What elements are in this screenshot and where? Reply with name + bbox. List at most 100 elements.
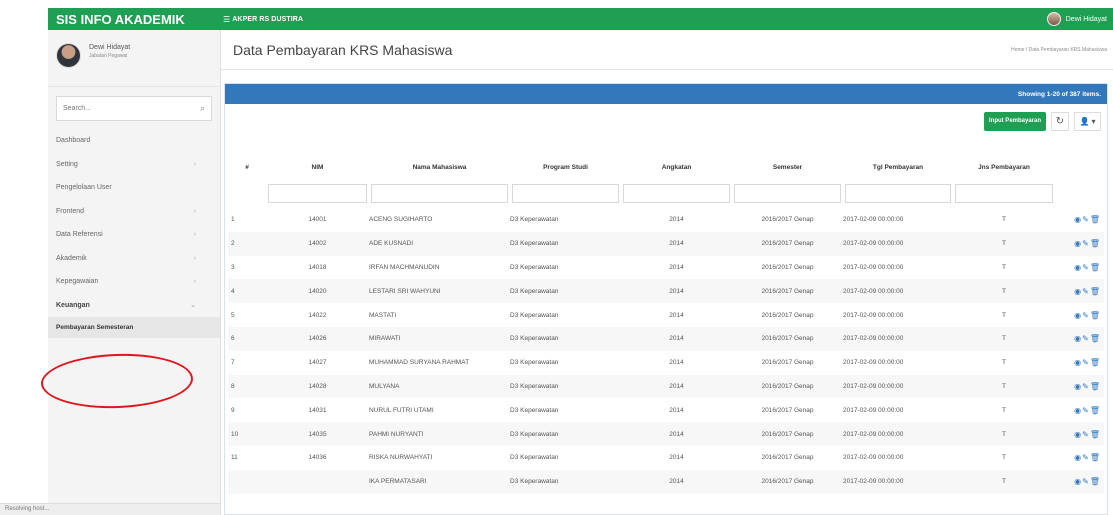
table-row[interactable]: 5 14022 MASTATI D3 Keperawatan 2014 2016/2017… xyxy=(228,303,1104,327)
edit-icon[interactable]: ✎ xyxy=(1082,311,1089,320)
delete-icon[interactable]: 🗑 xyxy=(1090,406,1100,415)
view-icon[interactable]: ◉ xyxy=(1074,430,1081,439)
view-icon[interactable]: ◉ xyxy=(1074,382,1081,391)
edit-icon[interactable]: ✎ xyxy=(1082,382,1089,391)
program-cell: D3 Keperawatan xyxy=(510,454,559,462)
view-icon[interactable]: ◉ xyxy=(1074,334,1081,343)
row-actions: ◉✎🗑 xyxy=(1055,470,1104,494)
nim-cell: 14018 xyxy=(308,263,327,271)
user-menu-button[interactable]: 👤 ▾ xyxy=(1074,111,1101,131)
table-row[interactable]: 11 14036 RISKA NURWAHYATI D3 Keperawatan 201… xyxy=(228,446,1104,470)
view-icon[interactable]: ◉ xyxy=(1074,239,1081,248)
column-header-program[interactable]: Program Studi xyxy=(510,157,621,177)
student-name-cell: IRFAN MACHMANUDIN xyxy=(369,263,440,271)
view-icon[interactable]: ◉ xyxy=(1074,287,1081,296)
delete-icon[interactable]: 🗑 xyxy=(1090,263,1100,272)
column-header-student-name[interactable]: Nama Mahasiswa xyxy=(369,157,510,177)
edit-icon[interactable]: ✎ xyxy=(1082,263,1089,272)
breadcrumb[interactable]: Home / Data Pembayaran KRS Mahasiswa xyxy=(1011,47,1107,53)
program-filter-input[interactable] xyxy=(512,184,619,203)
table-filter-row xyxy=(228,177,1104,208)
sidebar-item-frontend[interactable]: Frontend › xyxy=(48,200,220,224)
edit-icon[interactable]: ✎ xyxy=(1082,453,1089,462)
view-icon[interactable]: ◉ xyxy=(1074,477,1081,486)
sidebar-item-user-management[interactable]: Pengelolaan User xyxy=(48,176,220,200)
sidebar-item-dashboard[interactable]: Dashboard xyxy=(48,129,220,153)
delete-icon[interactable]: 🗑 xyxy=(1090,430,1100,439)
sidebar-item-finance[interactable]: Keuangan ⌄ xyxy=(48,294,220,318)
edit-icon[interactable]: ✎ xyxy=(1082,477,1089,486)
view-icon[interactable]: ◉ xyxy=(1074,215,1081,224)
view-icon[interactable]: ◉ xyxy=(1074,358,1081,367)
delete-icon[interactable]: 🗑 xyxy=(1090,477,1100,486)
user-menu[interactable]: Dewi Hidayat xyxy=(1046,12,1113,26)
column-header-number[interactable]: # xyxy=(228,157,266,177)
column-header-nim[interactable]: NIM xyxy=(266,157,369,177)
year-cell: 2014 xyxy=(669,287,684,295)
sidebar-search-input[interactable] xyxy=(63,105,189,112)
view-icon[interactable]: ◉ xyxy=(1074,263,1081,272)
delete-icon[interactable]: 🗑 xyxy=(1090,382,1100,391)
delete-icon[interactable]: 🗑 xyxy=(1090,287,1100,296)
view-icon[interactable]: ◉ xyxy=(1074,406,1081,415)
payment-type-cell: T xyxy=(1002,430,1006,438)
payment-date-filter-input[interactable] xyxy=(845,184,951,203)
sidebar-item-label: Data Referensi xyxy=(56,231,103,239)
delete-icon[interactable]: 🗑 xyxy=(1090,311,1100,320)
delete-icon[interactable]: 🗑 xyxy=(1090,358,1100,367)
edit-icon[interactable]: ✎ xyxy=(1082,239,1089,248)
sidebar-item-academic[interactable]: Akademik › xyxy=(48,247,220,271)
nim-cell: 14020 xyxy=(308,287,327,295)
table-row[interactable]: IKA PERMATASARI D3 Keperawatan 2014 2016/20… xyxy=(228,469,1104,494)
table-row[interactable]: 10 14035 PAHMI NURYANTI D3 Keperawatan 2014 2… xyxy=(228,422,1104,446)
filter-cell xyxy=(843,177,953,208)
table-row[interactable]: 1 14001 ACENG SUGIHARTO D3 Keperawatan 2014 2… xyxy=(228,208,1104,232)
column-header-semester[interactable]: Semester xyxy=(732,157,843,177)
edit-icon[interactable]: ✎ xyxy=(1082,215,1089,224)
column-header-payment-date[interactable]: Tgl Pembayaran xyxy=(843,157,953,177)
table-row[interactable]: 8 14028 MULYANA D3 Keperawatan 2014 2016/2017… xyxy=(228,374,1104,399)
sidebar-item-reference-data[interactable]: Data Referensi › xyxy=(48,223,220,247)
column-header-payment-type[interactable]: Jns Pembayaran xyxy=(953,157,1055,177)
sidebar-submenu-semester-payment[interactable]: Pembayaran Semesteran xyxy=(48,317,220,338)
table-row[interactable]: 2 14002 ADE KUSNADI D3 Keperawatan 2014 2016/… xyxy=(228,231,1104,256)
sidebar-item-staff[interactable]: Kepegawaian › xyxy=(48,270,220,294)
year-filter-input[interactable] xyxy=(623,184,730,203)
filter-cell xyxy=(369,177,510,208)
table-row[interactable]: 3 14018 IRFAN MACHMANUDIN D3 Keperawatan 201… xyxy=(228,256,1104,280)
nim-filter-input[interactable] xyxy=(268,184,367,203)
payment-date-cell: 2017-02-09 00:00:00 xyxy=(843,478,904,486)
delete-icon[interactable]: 🗑 xyxy=(1090,334,1100,343)
column-header-year[interactable]: Angkatan xyxy=(621,157,732,177)
search-icon[interactable]: ⌕ xyxy=(200,103,205,114)
sidebar-item-setting[interactable]: Setting › xyxy=(48,153,220,177)
input-payment-button[interactable]: Input Pembayaran xyxy=(984,111,1046,131)
table-row[interactable]: 7 14027 MUHAMMAD SURYANA RAHMAT D3 Keperawa… xyxy=(228,351,1104,375)
edit-icon[interactable]: ✎ xyxy=(1082,287,1089,296)
table-row[interactable]: 9 14031 NURUL FUTRI UTAMI D3 Keperawatan 201… xyxy=(228,398,1104,422)
edit-icon[interactable]: ✎ xyxy=(1082,406,1089,415)
edit-icon[interactable]: ✎ xyxy=(1082,430,1089,439)
column-header-actions xyxy=(1055,157,1104,177)
nim-cell: 14022 xyxy=(308,311,327,319)
delete-icon[interactable]: 🗑 xyxy=(1090,453,1100,462)
delete-icon[interactable]: 🗑 xyxy=(1090,239,1100,248)
refresh-icon[interactable]: ↻ xyxy=(1051,111,1069,131)
sidebar-item-label: Dashboard xyxy=(56,137,91,145)
delete-icon[interactable]: 🗑 xyxy=(1090,215,1100,224)
edit-icon[interactable]: ✎ xyxy=(1082,334,1089,343)
student-name-cell: MASTATI xyxy=(369,311,397,319)
app-title[interactable]: SIS INFO AKADEMIK xyxy=(48,12,223,27)
filter-cell xyxy=(953,177,1055,208)
payment-type-filter-input[interactable] xyxy=(955,184,1053,203)
user-icon: 👤 xyxy=(1079,116,1090,126)
edit-icon[interactable]: ✎ xyxy=(1082,358,1089,367)
table-row[interactable]: 4 14020 LESTARI SRI WAHYUNI D3 Keperawatan 2… xyxy=(228,279,1104,304)
table-row[interactable]: 6 14026 MIRAWATI D3 Keperawatan 2014 2016/201… xyxy=(228,326,1104,351)
semester-filter-input[interactable] xyxy=(734,184,841,203)
name-filter-input[interactable] xyxy=(371,184,508,203)
view-icon[interactable]: ◉ xyxy=(1074,311,1081,320)
page-header: Data Pembayaran KRS Mahasiswa Home / Dat… xyxy=(221,30,1113,70)
view-icon[interactable]: ◉ xyxy=(1074,453,1081,462)
organization-link[interactable]: ☰ AKPER RS DUSTIRA xyxy=(223,15,303,24)
